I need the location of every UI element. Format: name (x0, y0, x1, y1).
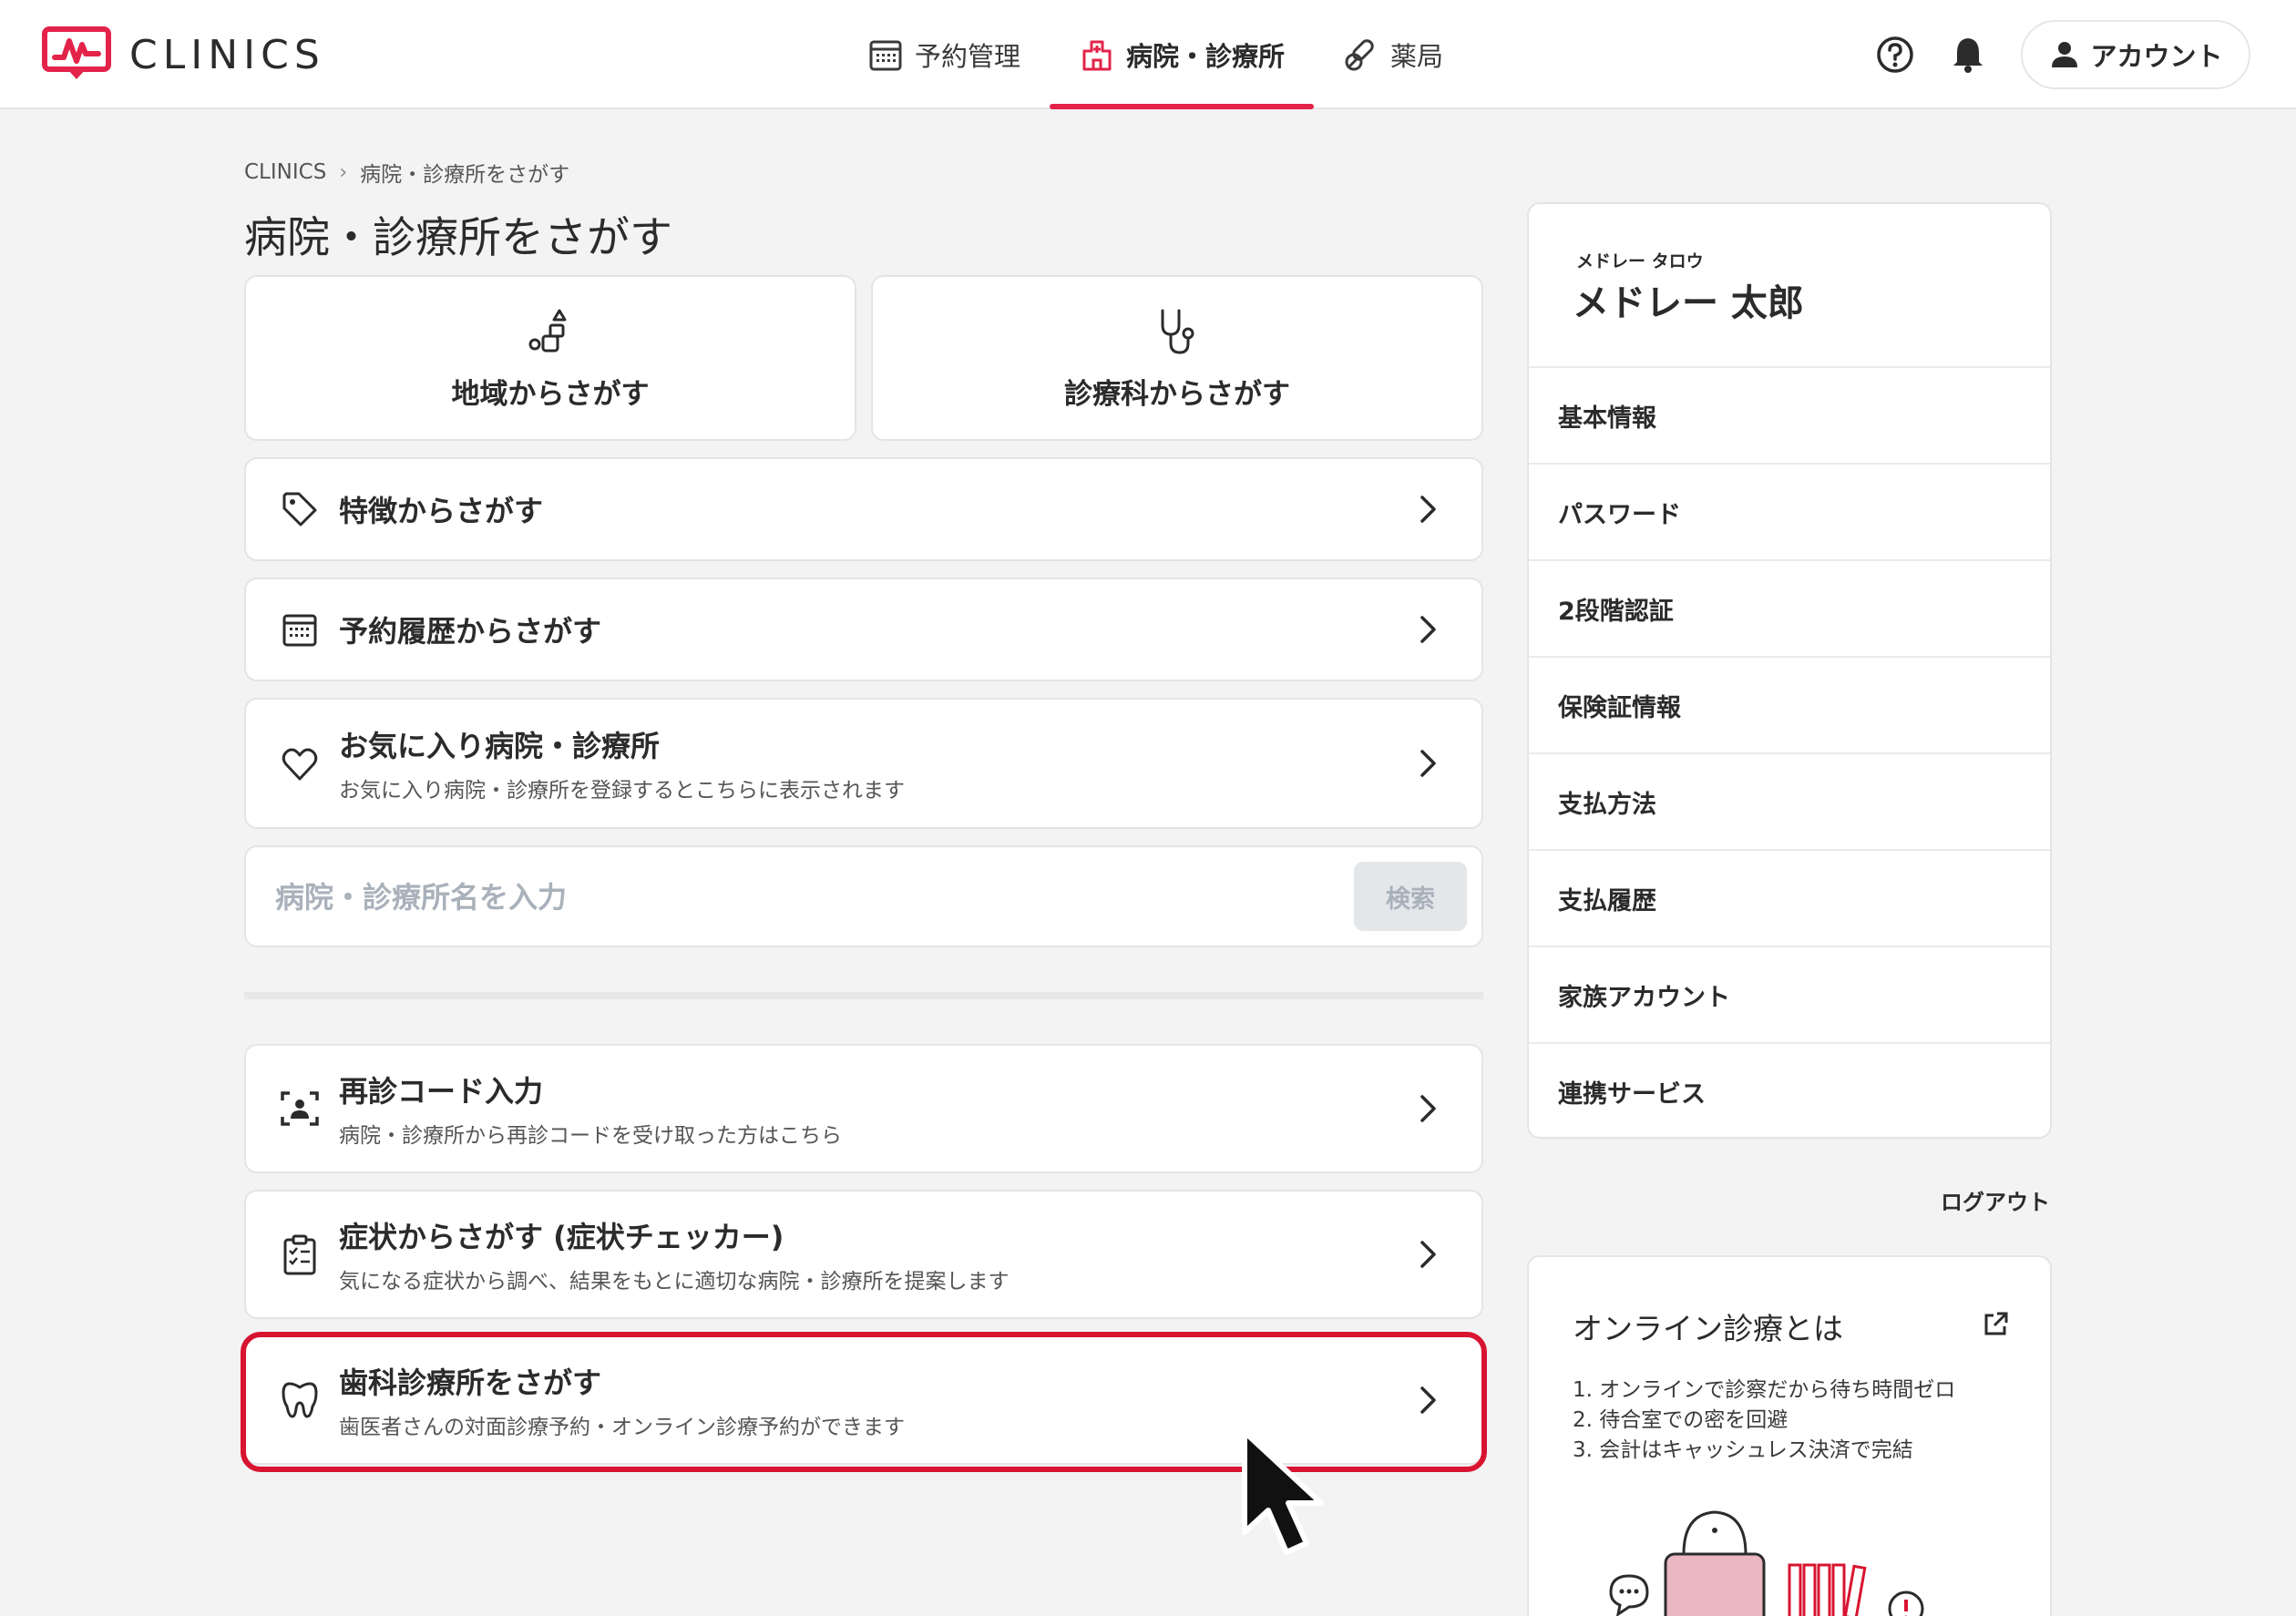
menu-item-password[interactable]: パスワード (1529, 463, 2050, 559)
calendar-icon (869, 40, 902, 71)
clinics-logo-icon (42, 26, 111, 79)
user-name-kana: メドレー タロウ (1576, 251, 1704, 271)
breadcrumb-home[interactable]: CLINICS (244, 160, 326, 184)
clinic-name-input[interactable] (275, 864, 1350, 931)
calendar-icon (282, 614, 317, 647)
section-divider (244, 992, 1483, 999)
dental-clinic-title: 歯科診療所をさがす (339, 1365, 602, 1400)
revisit-code-title: 再診コード入力 (339, 1074, 544, 1109)
search-by-feature-row[interactable]: 特徴からさがす (244, 457, 1483, 561)
nav-hospitals-label: 病院・診療所 (1126, 41, 1286, 72)
nav-reservations-label: 予約管理 (915, 41, 1021, 72)
stethoscope-icon (1161, 309, 1194, 354)
main-nav: 予約管理 病院・診療所 薬局 (838, 0, 1472, 109)
menu-item-basic-info[interactable]: 基本情報 (1529, 366, 2050, 463)
favorites-subtitle: お気に入り病院・診療所を登録するとこちらに表示されます (339, 779, 905, 803)
bell-icon[interactable] (1948, 35, 1988, 75)
chevron-right-icon (1420, 1386, 1436, 1414)
search-by-history-label: 予約履歴からさがす (339, 614, 602, 649)
favorites-row[interactable]: お気に入り病院・診療所 お気に入り病院・診療所を登録するとこちらに表示されます (244, 698, 1483, 829)
online-consultation-list: 1. オンラインで診察だから待ち時間ゼロ 2. 待合室での密を回避 3. 会計は… (1573, 1376, 1955, 1466)
region-icon (528, 309, 567, 352)
chevron-right-icon (1420, 1095, 1436, 1122)
account-menu: 基本情報 パスワード 2段階認証 保険証情報 支払方法 支払履歴 家族アカウント… (1529, 366, 2050, 1139)
breadcrumb: CLINICS › 病院・診療所をさがす (244, 157, 569, 188)
account-button[interactable]: アカウント (2021, 20, 2250, 89)
list-item: 1. オンラインで診察だから待ち時間ゼロ (1573, 1378, 1956, 1402)
chevron-right-icon (1420, 616, 1436, 643)
menu-item-payment-history[interactable]: 支払履歴 (1529, 849, 2050, 946)
logo-wordmark: CLINICS (129, 31, 325, 78)
page-title: 病院・診療所をさがす (244, 213, 672, 263)
user-name: メドレー 太郎 (1573, 282, 1804, 324)
symptom-checker-title: 症状からさがす (症状チェッカー) (339, 1220, 784, 1254)
nav-hospitals[interactable]: 病院・診療所 (1050, 0, 1315, 109)
search-by-region-label: 地域からさがす (451, 377, 650, 411)
chevron-right-icon (1420, 496, 1436, 523)
search-by-department-card[interactable]: 診療科からさがす (871, 275, 1483, 441)
clipboard-check-icon (283, 1234, 316, 1275)
nav-reservations[interactable]: 予約管理 (838, 0, 1050, 109)
nav-pharmacy[interactable]: 薬局 (1314, 0, 1472, 109)
tooth-icon (282, 1382, 318, 1418)
symptom-checker-row[interactable]: 症状からさがす (症状チェッカー) 気になる症状から調べ、結果をもとに適切な病院… (244, 1190, 1483, 1319)
menu-item-insurance[interactable]: 保険証情報 (1529, 656, 2050, 752)
profile-card: メドレー タロウ メドレー 太郎 基本情報 パスワード 2段階認証 保険証情報 … (1527, 202, 2052, 1139)
breadcrumb-current: 病院・診療所をさがす (360, 163, 570, 187)
user-icon (2052, 42, 2078, 67)
online-consultation-title: オンライン診療とは (1573, 1311, 1843, 1346)
search-by-history-row[interactable]: 予約履歴からさがす (244, 578, 1483, 681)
list-item: 2. 待合室での密を回避 (1573, 1408, 1789, 1432)
nav-pharmacy-label: 薬局 (1390, 41, 1444, 72)
logout-link[interactable]: ログアウト (1941, 1184, 2050, 1216)
search-by-region-card[interactable]: 地域からさがす (244, 275, 856, 441)
online-consultation-card[interactable]: オンライン診療とは 1. オンラインで診察だから待ち時間ゼロ 2. 待合室での密… (1527, 1255, 2052, 1616)
search-by-department-label: 診療科からさがす (1064, 377, 1290, 411)
menu-item-2fa[interactable]: 2段階認証 (1529, 559, 2050, 656)
menu-item-linked-services[interactable]: 連携サービス (1529, 1042, 2050, 1139)
online-consultation-illustration (1609, 1510, 1924, 1616)
heart-icon (282, 748, 318, 781)
list-item: 3. 会計はキャッシュレス決済で完結 (1573, 1438, 1913, 1462)
clinics-logo[interactable]: CLINICS (42, 26, 325, 84)
menu-item-payment-method[interactable]: 支払方法 (1529, 752, 2050, 849)
scan-code-icon (281, 1091, 319, 1126)
menu-item-family-account[interactable]: 家族アカウント (1529, 946, 2050, 1042)
revisit-code-row[interactable]: 再診コード入力 病院・診療所から再診コードを受け取った方はこちら (244, 1044, 1483, 1173)
search-by-feature-label: 特徴からさがす (339, 494, 544, 528)
mouse-cursor-icon (1242, 1429, 1324, 1555)
revisit-code-subtitle: 病院・診療所から再診コードを受け取った方はこちら (339, 1124, 842, 1148)
symptom-checker-subtitle: 気になる症状から調べ、結果をもとに適切な病院・診療所を提案します (339, 1270, 1010, 1294)
question-circle-icon[interactable] (1875, 35, 1915, 75)
hospital-icon (1082, 40, 1112, 71)
tag-icon (282, 492, 317, 527)
chevron-right-icon (1420, 1241, 1436, 1268)
external-link-icon[interactable] (1981, 1310, 2010, 1339)
breadcrumb-separator-icon: › (339, 160, 348, 184)
dental-clinic-subtitle: 歯医者さんの対面診療予約・オンライン診療予約ができます (339, 1416, 905, 1439)
clinic-name-search-box: 検索 (244, 845, 1483, 947)
account-label: アカウント (2090, 41, 2223, 72)
chevron-right-icon (1420, 750, 1436, 777)
pill-icon (1345, 39, 1374, 71)
search-button[interactable]: 検索 (1354, 862, 1467, 931)
favorites-title: お気に入り病院・診療所 (339, 729, 661, 763)
top-header: CLINICS 予約管理 病院・診療所 薬局 アカウント (0, 0, 2296, 109)
